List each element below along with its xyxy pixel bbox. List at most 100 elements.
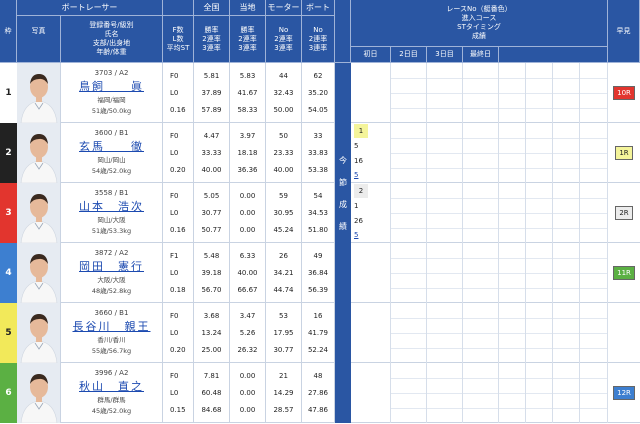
stat-motor-cell: 21 14.29 28.57 xyxy=(266,363,302,423)
stat-nat-v3: 40.00 xyxy=(201,166,222,174)
race-cell-empty xyxy=(391,303,427,363)
age-weight: 51歳/50.0kg xyxy=(91,107,132,115)
boat-racer-label: ボートレーサー xyxy=(61,2,118,12)
stat-motor-v1: 21 xyxy=(279,372,288,380)
stat-loc-v3: 0.00 xyxy=(239,406,256,414)
stat-nat-v2: 33.33 xyxy=(201,149,222,157)
stat-line: L数 xyxy=(172,34,184,43)
table-row: 4 3872 / A2 岡田 憲行 大阪/大阪 48歳/52.8kg F1 L0… xyxy=(0,243,640,303)
stat-nat-v1: 7.81 xyxy=(203,372,220,380)
racer-sub-line: 支部/出身地 xyxy=(92,39,131,47)
race-cell-empty xyxy=(580,123,608,183)
waku-number: 5 xyxy=(0,303,17,363)
branch-hometown: 香川/香川 xyxy=(97,336,126,344)
stat-boat-v2: 34.53 xyxy=(307,209,329,217)
konsetsu-char: 節 xyxy=(339,178,347,187)
series-info-line: 進入コース xyxy=(461,14,497,22)
racer-info: 3872 / A2 岡田 憲行 大阪/大阪 48歳/52.8kg xyxy=(61,243,163,303)
race-cell-empty xyxy=(499,243,526,303)
race-cell-empty xyxy=(427,363,463,423)
register-class: 3660 / B1 xyxy=(94,309,129,317)
hayami-badge[interactable]: 1R xyxy=(615,146,633,160)
header-gap xyxy=(335,0,351,63)
stat-nat-cell: 5.48 39.18 56.70 xyxy=(194,243,230,303)
header-national-sub: 勝率 2連率 3連率 xyxy=(194,16,230,63)
waku-number: 3 xyxy=(0,183,17,243)
racer-info: 3600 / B1 玄馬 徹 岡山/岡山 54歳/52.0kg xyxy=(61,123,163,183)
racer-name-link[interactable]: 長谷川 親王 xyxy=(61,320,162,334)
header-series-info: レースNo（艇番色） 進入コース STタイミング 成績 xyxy=(351,0,608,47)
result-link[interactable]: 5 xyxy=(354,228,368,242)
l-count: L0 xyxy=(170,209,179,217)
hayami-badge[interactable]: 2R xyxy=(615,206,633,220)
stat-boat-v2: 33.83 xyxy=(307,149,329,157)
racer-name-link[interactable]: 玄馬 徹 xyxy=(61,140,162,154)
stat-line: No xyxy=(278,25,289,34)
stat-nat-v3: 57.89 xyxy=(201,106,222,114)
stat-loc-v2: 5.26 xyxy=(239,329,256,337)
photo-label: 写真 xyxy=(31,26,46,35)
header-day-1: 初日 xyxy=(351,47,391,63)
hayami-cell: 11R xyxy=(608,243,640,303)
race-cell-empty xyxy=(427,183,463,243)
stat-loc-v2: 18.18 xyxy=(237,149,258,157)
race-cell-empty xyxy=(580,243,608,303)
race-cell-empty xyxy=(463,183,499,243)
racer-name-link[interactable]: 秋山 直之 xyxy=(61,380,162,394)
stat-line: 3連率 xyxy=(308,43,328,52)
racer-photo xyxy=(17,123,61,183)
stat-fl-cell: F0 L0 0.16 xyxy=(163,183,194,243)
race-cell-day1: 2 1 26 5 xyxy=(351,183,391,243)
header-motor: モーター xyxy=(266,0,302,16)
motor-label: モーター xyxy=(267,2,300,12)
day-label: 2日目 xyxy=(399,50,418,58)
header-day-2: 2日目 xyxy=(391,47,427,63)
stat-boat-v3: 47.86 xyxy=(307,406,329,414)
stat-nat-v1: 4.47 xyxy=(203,132,220,140)
stat-line: F数 xyxy=(172,25,184,34)
stat-nat-v2: 39.18 xyxy=(201,269,222,277)
table-row: 1 3703 / A2 鳥飼 眞 福岡/福岡 51歳/50.0kg F0 L0 … xyxy=(0,63,640,123)
register-class: 3996 / A2 xyxy=(94,369,129,377)
race-cell-empty xyxy=(499,123,526,183)
racer-name-link[interactable]: 岡田 憲行 xyxy=(61,260,162,274)
hayami-cell: 12R xyxy=(608,363,640,423)
age-weight: 55歳/56.7kg xyxy=(91,347,132,355)
l-count: L0 xyxy=(170,89,179,97)
result-link[interactable]: 5 xyxy=(354,168,368,182)
race-cell-empty xyxy=(463,363,499,423)
stat-motor-v2: 34.21 xyxy=(273,269,294,277)
hayami-badge[interactable]: 12R xyxy=(613,386,635,400)
stat-boat-v3: 51.80 xyxy=(307,226,329,234)
racer-photo-icon xyxy=(17,303,60,363)
header-motor-sub: No 2連率 3連率 xyxy=(266,16,302,63)
avg-st: 0.20 xyxy=(170,346,186,354)
racer-table: 枠 写真 ボートレーサー 登録番号/級別 氏名 支部/出身地 年齢/体重 F数 … xyxy=(0,0,640,424)
stat-motor-v2: 23.33 xyxy=(273,149,294,157)
stat-motor-v1: 50 xyxy=(279,132,288,140)
f-count: F0 xyxy=(170,72,179,80)
racer-photo-icon xyxy=(17,243,60,303)
l-count: L0 xyxy=(170,269,179,277)
race-cell-empty xyxy=(427,123,463,183)
race-cell-empty xyxy=(391,363,427,423)
hayami-badge[interactable]: 10R xyxy=(613,86,635,100)
racer-name-link[interactable]: 鳥飼 眞 xyxy=(61,80,162,94)
stat-line: 勝率 xyxy=(204,25,219,34)
stat-boat-cell: 54 34.53 51.80 xyxy=(302,183,335,243)
stat-loc-v2: 0.00 xyxy=(239,209,256,217)
table-row: 6 3996 / A2 秋山 直之 群馬/群馬 45歳/52.0kg F0 L0… xyxy=(0,363,640,423)
national-label: 全国 xyxy=(203,2,220,12)
hayami-badge[interactable]: 11R xyxy=(613,266,635,280)
stat-motor-cell: 26 34.21 44.74 xyxy=(266,243,302,303)
racer-sub-line: 年齢/体重 xyxy=(96,48,127,56)
stat-boat-v2: 41.79 xyxy=(307,329,329,337)
stat-boat-v3: 52.24 xyxy=(307,346,329,354)
stat-boat-v1: 49 xyxy=(313,252,323,260)
header-boat-sub: No 2連率 3連率 xyxy=(302,16,335,63)
racer-name-link[interactable]: 山本 浩次 xyxy=(61,200,162,214)
racer-sub-line: 登録番号/級別 xyxy=(89,21,134,29)
stat-boat-v1: 62 xyxy=(313,72,323,80)
st-timing: 16 xyxy=(354,157,363,165)
stat-nat-v1: 5.48 xyxy=(203,252,220,260)
